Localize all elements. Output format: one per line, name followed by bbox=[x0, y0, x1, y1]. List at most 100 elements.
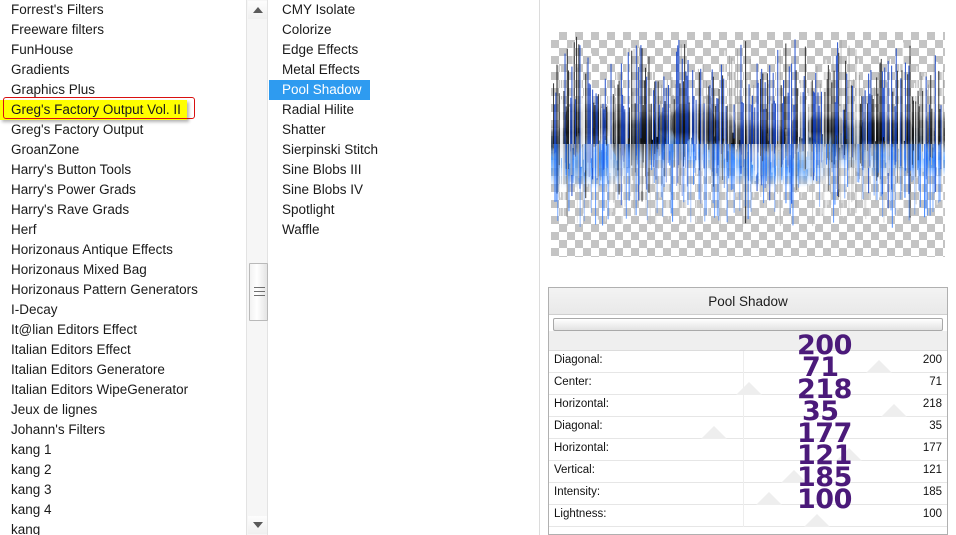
scroll-down-arrow-icon bbox=[252, 522, 263, 528]
parameter-row-spacer bbox=[549, 331, 947, 351]
parameter-slider-thumb[interactable] bbox=[736, 382, 762, 395]
category-list-item[interactable]: kang 2 bbox=[0, 460, 246, 480]
parameter-value: 185 bbox=[922, 486, 942, 498]
parameter-row[interactable]: Vertical: 121 bbox=[549, 461, 947, 483]
category-list-item[interactable]: Freeware filters bbox=[0, 20, 246, 40]
parameter-value: 100 bbox=[922, 508, 942, 520]
plugin-browser-window: Forrest's Filters Freeware filters FunHous… bbox=[0, 0, 956, 535]
effect-list-item[interactable]: Radial Hilite bbox=[269, 100, 534, 120]
effect-list[interactable]: CMY Isolate Colorize Edge Effects Metal Eff… bbox=[269, 0, 534, 535]
parameter-slider-thumb[interactable] bbox=[866, 360, 892, 373]
scrollbar-grip-icon bbox=[254, 287, 265, 298]
slider-tick-mark bbox=[743, 351, 744, 373]
slider-tick-mark bbox=[743, 439, 744, 461]
effect-list-item[interactable]: Spotlight bbox=[269, 200, 534, 220]
scroll-up-arrow-icon bbox=[252, 7, 263, 13]
parameter-row[interactable]: Intensity: 185 bbox=[549, 483, 947, 505]
category-list-item[interactable]: Italian Editors WipeGenerator bbox=[0, 380, 246, 400]
parameter-slider-thumb[interactable] bbox=[836, 448, 862, 461]
category-list-item[interactable]: Italian Editors Effect bbox=[0, 340, 246, 360]
category-list-item[interactable]: Italian Editors Generatore bbox=[0, 360, 246, 380]
parameter-label: Lightness: bbox=[554, 508, 607, 520]
parameter-value: 35 bbox=[929, 420, 942, 432]
effect-list-item[interactable]: Edge Effects bbox=[269, 40, 534, 60]
effect-list-item[interactable]: Shatter bbox=[269, 120, 534, 140]
parameter-row[interactable]: Lightness: 100 bbox=[549, 505, 947, 527]
scroll-down-button[interactable] bbox=[248, 516, 267, 534]
parameter-slider-track[interactable] bbox=[679, 351, 929, 373]
category-list-item[interactable]: It@lian Editors Effect bbox=[0, 320, 246, 340]
parameter-row[interactable]: Diagonal: 35 bbox=[549, 417, 947, 439]
scrollbar-thumb[interactable] bbox=[249, 263, 268, 321]
waveform-preview-image bbox=[551, 36, 945, 228]
category-list-item[interactable]: kang 1 bbox=[0, 440, 246, 460]
parameter-value: 71 bbox=[929, 376, 942, 388]
parameter-slider-track[interactable] bbox=[679, 417, 929, 439]
parameter-slider-thumb[interactable] bbox=[781, 470, 807, 483]
parameter-scroll-track[interactable] bbox=[553, 318, 943, 331]
category-list-item[interactable]: Jeux de lignes bbox=[0, 400, 246, 420]
category-list-item[interactable]: Harry's Rave Grads bbox=[0, 200, 246, 220]
category-list-item-label: Greg's Factory Output Vol. II bbox=[0, 100, 187, 120]
slider-tick-mark bbox=[743, 417, 744, 439]
category-list-item[interactable]: FunHouse bbox=[0, 40, 246, 60]
parameter-panel[interactable]: Pool Shadow Diagonal: 200 Center: 71 Horizon… bbox=[548, 287, 948, 535]
effect-list-item[interactable]: Sine Blobs IV bbox=[269, 180, 534, 200]
slider-tick-mark bbox=[743, 461, 744, 483]
parameter-label: Intensity: bbox=[554, 486, 601, 498]
category-list-item[interactable]: Horizonaus Mixed Bag bbox=[0, 260, 246, 280]
category-list-item[interactable]: Greg's Factory Output Vol. II bbox=[0, 100, 246, 120]
effect-list-item[interactable]: Sine Blobs III bbox=[269, 160, 534, 180]
category-list-item[interactable]: Forrest's Filters bbox=[0, 0, 246, 20]
category-list-scrollbar[interactable] bbox=[246, 0, 268, 535]
slider-tick-mark bbox=[743, 505, 744, 527]
parameter-label: Diagonal: bbox=[554, 420, 603, 432]
category-list-item[interactable]: I-Decay bbox=[0, 300, 246, 320]
parameter-panel-title: Pool Shadow bbox=[549, 288, 947, 315]
parameter-slider-thumb[interactable] bbox=[756, 492, 782, 505]
parameter-label: Horizontal: bbox=[554, 442, 609, 454]
parameter-label: Horizontal: bbox=[554, 398, 609, 410]
category-list-item[interactable]: Greg's Factory Output bbox=[0, 120, 246, 140]
category-list-item[interactable]: Johann's Filters bbox=[0, 420, 246, 440]
parameter-slider-track[interactable] bbox=[679, 439, 929, 461]
parameter-slider-track[interactable] bbox=[679, 373, 929, 395]
category-list-item[interactable]: Horizonaus Pattern Generators bbox=[0, 280, 246, 300]
parameter-slider-track[interactable] bbox=[679, 505, 929, 527]
scroll-up-button[interactable] bbox=[248, 1, 267, 19]
parameter-row[interactable]: Diagonal: 200 bbox=[549, 351, 947, 373]
category-list-item[interactable]: Graphics Plus bbox=[0, 80, 246, 100]
parameter-row[interactable]: Horizontal: 177 bbox=[549, 439, 947, 461]
parameter-value: 218 bbox=[922, 398, 942, 410]
parameter-value: 200 bbox=[922, 354, 942, 366]
slider-tick-mark bbox=[743, 395, 744, 417]
category-list-item[interactable]: kang 3 bbox=[0, 480, 246, 500]
category-list-item[interactable]: Herf bbox=[0, 220, 246, 240]
parameter-slider-thumb[interactable] bbox=[881, 404, 907, 417]
parameter-row[interactable]: Center: 71 bbox=[549, 373, 947, 395]
parameter-label: Diagonal: bbox=[554, 354, 603, 366]
effect-list-item[interactable]: Colorize bbox=[269, 20, 534, 40]
parameter-slider-track[interactable] bbox=[679, 395, 929, 417]
effect-preview bbox=[551, 32, 945, 257]
category-list-item[interactable]: Harry's Button Tools bbox=[0, 160, 246, 180]
effect-list-item[interactable]: Pool Shadow bbox=[269, 80, 534, 100]
parameter-slider-thumb[interactable] bbox=[701, 426, 727, 439]
filter-category-list[interactable]: Forrest's Filters Freeware filters FunHous… bbox=[0, 0, 246, 535]
panel-divider bbox=[539, 0, 540, 535]
effect-list-item[interactable]: Waffle bbox=[269, 220, 534, 240]
category-list-item[interactable]: Harry's Power Grads bbox=[0, 180, 246, 200]
effect-list-item[interactable]: CMY Isolate bbox=[269, 0, 534, 20]
effect-list-item[interactable]: Sierpinski Stitch bbox=[269, 140, 534, 160]
parameter-slider-track[interactable] bbox=[679, 483, 929, 505]
category-list-item[interactable]: Gradients bbox=[0, 60, 246, 80]
effect-list-item[interactable]: Metal Effects bbox=[269, 60, 534, 80]
parameter-row[interactable]: Horizontal: 218 bbox=[549, 395, 947, 417]
parameter-slider-thumb[interactable] bbox=[803, 514, 830, 527]
category-list-item[interactable]: kang 4 bbox=[0, 500, 246, 520]
category-list-item[interactable]: Horizonaus Antique Effects bbox=[0, 240, 246, 260]
category-list-item[interactable]: kang bbox=[0, 520, 246, 535]
parameter-label: Center: bbox=[554, 376, 592, 388]
parameter-slider-track[interactable] bbox=[679, 461, 929, 483]
category-list-item[interactable]: GroanZone bbox=[0, 140, 246, 160]
